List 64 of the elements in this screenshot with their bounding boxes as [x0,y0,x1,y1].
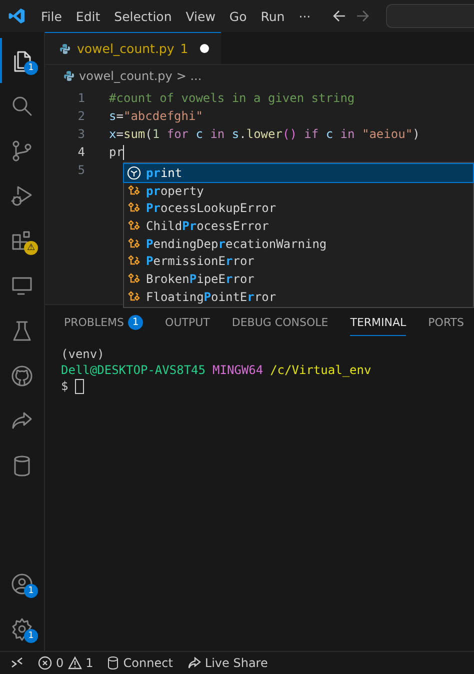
code-line: pr [109,145,124,159]
menu-item[interactable]: Go [222,8,254,24]
badge: 1 [24,629,38,643]
menu-item[interactable]: Run [254,8,292,24]
menu-item[interactable]: View [178,8,222,24]
connect-status[interactable]: Connect [107,656,173,670]
suggestion-item[interactable]: ChildProcessError [124,217,473,235]
suggestion-item[interactable]: property [124,182,473,200]
panel-tab[interactable]: PORTS [428,315,464,336]
app-logo-icon [8,7,26,25]
suggestion-item[interactable]: ProcessLookupError [124,199,473,218]
menu-item[interactable]: Selection [107,8,179,24]
forward-arrow-icon[interactable] [356,9,370,23]
line-number: 1 [76,91,86,105]
activity-item[interactable]: ⚠ [0,218,44,263]
suggestion-item[interactable]: PermissionError [124,252,473,270]
code-line: #count of vowels in a given string [109,91,355,105]
suggestion-item[interactable]: PendingDep recationWarning [124,234,473,252]
remote-icon[interactable] [10,656,24,670]
terminal-prompt: $ [61,379,68,393]
line-number: 3 [76,127,86,141]
back-arrow-icon[interactable] [332,9,346,23]
line-number: 2 [76,109,86,123]
panel-tab[interactable]: TERMINAL [350,315,406,336]
terminal-path: /c/Virtual_env [270,363,372,377]
menu-item[interactable]: ··· [292,8,318,24]
menu-item[interactable]: File [34,8,69,24]
badge: 1 [24,584,38,598]
terminal-line: (venv) [61,347,104,361]
badge: ⚠ [24,241,38,255]
play-bug-icon [10,184,34,208]
problems-status[interactable]: 0 1 [38,656,94,670]
error-icon [38,656,52,670]
terminal-shell: MINGW64 [212,363,264,377]
activity-item[interactable]: 1 [0,561,44,606]
panel-tab[interactable]: DEBUG CONSOLE [232,315,328,336]
account-icon [10,572,34,596]
terminal-cursor [75,378,84,394]
branch-icon [10,138,34,162]
settings-icon [10,616,34,640]
suggestion-item[interactable]: BrokenPipeError [124,270,473,288]
code-line: x=sum(1 for c in s.lower() if c in "aeiou") [109,127,420,141]
github-icon [10,364,34,388]
menu-item[interactable]: Edit [68,8,108,24]
editor-tab[interactable]: vowel_count.py 1 [45,32,222,64]
activity-item[interactable]: 1 [0,606,44,651]
python-icon [63,70,75,82]
line-number: 5 [76,163,86,177]
breadcrumb-item[interactable]: > ... [176,69,202,83]
live-share-status[interactable]: Live Share [186,656,268,670]
line-number: 4 [76,145,86,159]
suggestion-item[interactable]: FloatingPointEr ror [124,288,473,306]
terminal-user: Dell@DESKTOP-AVS8T45 [61,363,206,377]
share-arrow-icon [186,656,201,670]
panel-tab[interactable]: PROBLEMS 1 [64,315,144,336]
text-cursor [123,144,124,160]
panel-tab[interactable]: OUTPUT [165,315,210,336]
badge: 1 [24,61,38,75]
breadcrumb-item[interactable]: vowel_count.py [79,69,172,83]
database-icon [107,656,120,670]
suggestion-item[interactable]: print [124,164,473,182]
code-line: s="abcdefghi" [109,109,203,123]
warning-icon [68,656,82,670]
python-icon [59,42,71,54]
